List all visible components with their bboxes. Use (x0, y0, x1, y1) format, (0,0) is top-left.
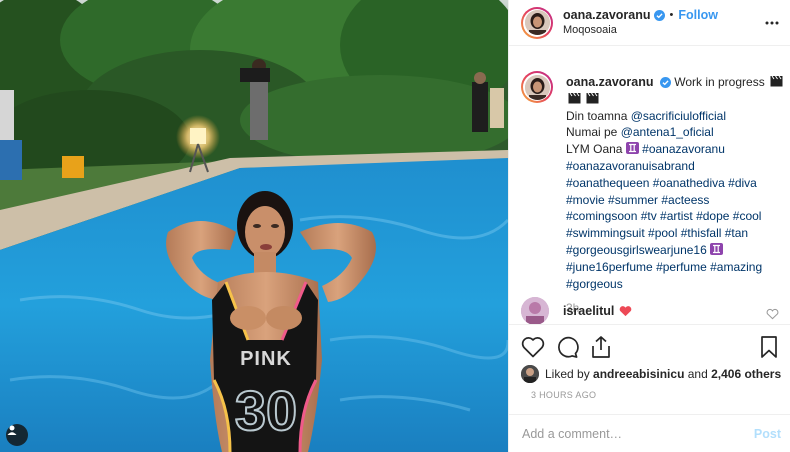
post-comment-button[interactable]: Post (754, 427, 781, 441)
post-header: oana.zavoranu • Follow Moqosoaia (509, 0, 790, 46)
post-timestamp[interactable]: 3 hours ago (531, 390, 596, 400)
hashtag-link[interactable]: #gorgeousgirlswearjune16 (566, 243, 707, 257)
gemini-icon (625, 142, 639, 155)
comment-item: israelitul (521, 297, 779, 325)
pool-scene-illustration: PINK 30 (0, 0, 508, 452)
caption-din-prefix: Din toamna (566, 108, 631, 123)
commenter-username[interactable]: israelitul (563, 304, 614, 318)
follow-button[interactable]: Follow (678, 8, 718, 23)
share-icon[interactable] (589, 335, 613, 359)
post-side-panel: oana.zavoranu • Follow Moqosoaia oana.za… (508, 0, 790, 452)
hashtag-link[interactable]: #swimmingsuit #pool #thisfall #tan (566, 226, 748, 240)
clapper-board-icon (770, 75, 783, 87)
hashtag-link[interactable]: #june16perfume #perfume #amazing (566, 260, 762, 274)
hashtag-link[interactable]: #comingsoon #tv #artist #dope #cool (566, 209, 761, 223)
swimsuit-number-text: 30 (235, 379, 297, 442)
action-bar (509, 324, 790, 368)
caption-body: oana.zavoranu Work in progress Din toamn… (566, 74, 783, 317)
caption-first-line: Work in progress (674, 75, 765, 89)
instagram-post: PINK 30 oana.zavoranu • Follow Moqosoaia… (0, 0, 790, 452)
mention-link[interactable]: @antena1_oficial (621, 125, 714, 139)
caption-area: oana.zavoranu Work in progress Din toamn… (509, 58, 790, 326)
commenter-avatar[interactable] (521, 297, 549, 325)
more-horizontal-icon[interactable] (763, 14, 781, 32)
comment-like-heart-icon[interactable] (766, 308, 779, 320)
likes-count[interactable]: 2,406 others (711, 367, 781, 381)
verified-badge-icon (659, 77, 671, 89)
bookmark-icon[interactable] (757, 335, 781, 359)
caption-author-avatar[interactable] (521, 71, 553, 103)
likes-summary: Liked by andreeabisinicu and 2,406 other… (521, 364, 783, 384)
add-comment-input[interactable] (522, 426, 754, 441)
mention-link[interactable]: @sacrificiulofficial (631, 109, 726, 123)
hashtag-link[interactable]: #gorgeous (566, 277, 623, 291)
hashtag-link[interactable]: #oanathequeen #oanathediva #diva (566, 176, 757, 190)
clapper-board-icon (568, 92, 581, 104)
caption-lym-prefix: LYM Oana (566, 142, 626, 157)
likes-middle: and (684, 367, 712, 381)
post-location[interactable]: Moqosoaia (563, 23, 763, 38)
verified-badge-icon (653, 9, 665, 21)
red-heart-icon (620, 306, 632, 317)
caption-numai-prefix: Numai pe (566, 125, 621, 140)
post-photo[interactable]: PINK 30 (0, 0, 508, 452)
hashtag-link[interactable]: #movie #summer #acteess (566, 193, 709, 207)
heart-icon[interactable] (521, 335, 545, 359)
user-tag-icon[interactable] (6, 424, 28, 446)
swimsuit-print-text: PINK (240, 348, 292, 370)
comment-icon[interactable] (555, 335, 579, 359)
hashtag-link[interactable]: #oanazavoranu (642, 142, 725, 156)
liker-avatar[interactable] (521, 365, 539, 383)
likes-prefix: Liked by (545, 367, 594, 381)
author-avatar[interactable] (521, 6, 553, 39)
clapper-board-icon (586, 92, 599, 104)
header-separator: • (669, 8, 674, 21)
gemini-icon (710, 242, 724, 255)
caption-username[interactable]: oana.zavoranu (566, 75, 654, 89)
hashtag-link[interactable]: #oanazavoranuisabrand (566, 159, 695, 173)
author-username[interactable]: oana.zavoranu (563, 8, 651, 23)
liker-username[interactable]: andreeabisinicu (593, 367, 684, 381)
add-comment-bar: Post (509, 414, 790, 452)
